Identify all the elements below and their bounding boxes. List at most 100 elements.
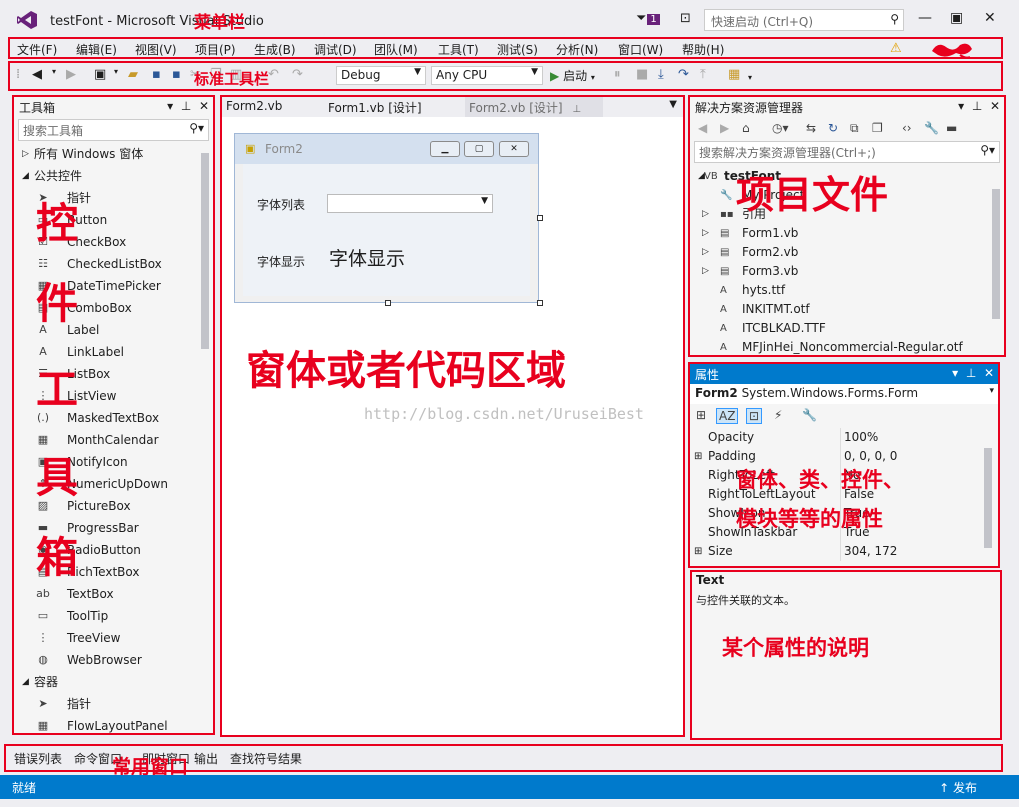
- save-all-icon[interactable]: ▪: [172, 67, 181, 82]
- toolbox-category[interactable]: ▷ 所有 Windows 窗体: [14, 143, 213, 165]
- pin-icon[interactable]: ⊥: [972, 99, 982, 113]
- menu-debug[interactable]: 调试(D): [314, 41, 357, 58]
- tab-error-list[interactable]: 错误列表: [14, 750, 62, 767]
- pin-icon[interactable]: ⊥: [966, 366, 976, 380]
- toolbox-category[interactable]: ◢ 容器: [14, 671, 213, 693]
- menu-window[interactable]: 窗口(W): [618, 41, 663, 58]
- events-icon[interactable]: ⚡: [774, 408, 782, 422]
- menu-help[interactable]: 帮助(H): [682, 41, 724, 58]
- refresh-icon[interactable]: ↻: [828, 121, 838, 135]
- property-value[interactable]: 100%: [844, 428, 878, 447]
- back-icon[interactable]: ◀: [32, 67, 42, 82]
- forward-icon[interactable]: ▶: [66, 67, 76, 82]
- expand-icon[interactable]: ⊞: [694, 542, 702, 561]
- dropdown-icon[interactable]: ▾: [952, 366, 958, 380]
- chevron-down-icon[interactable]: ▾: [748, 73, 752, 82]
- menu-analyze[interactable]: 分析(N): [556, 41, 598, 58]
- resize-handle-bottom[interactable]: [385, 300, 391, 306]
- expander-icon[interactable]: ◢: [22, 165, 29, 187]
- step-into-icon[interactable]: ⤓: [658, 67, 664, 82]
- menu-team[interactable]: 团队(M): [374, 41, 418, 58]
- pause-icon[interactable]: ⏸: [614, 67, 621, 82]
- toolbox-item[interactable]: ▭ ToolTip: [14, 605, 213, 627]
- menu-tools[interactable]: 工具(T): [438, 41, 479, 58]
- quick-launch-input[interactable]: 快速启动 (Ctrl+Q) ⚲: [704, 9, 904, 31]
- close-icon[interactable]: ✕: [984, 366, 994, 380]
- solution-platform-select[interactable]: Any CPU ▼: [431, 66, 543, 85]
- notifications-button[interactable]: ⏷ 1: [636, 11, 660, 26]
- toolbox-item[interactable]: ➤ 指针: [14, 693, 213, 715]
- menu-edit[interactable]: 编辑(E): [76, 41, 117, 58]
- properties-icon[interactable]: ⊡: [746, 408, 763, 424]
- expander-icon[interactable]: ▷: [702, 205, 709, 224]
- chevron-down-icon[interactable]: ▾: [114, 67, 118, 76]
- feedback-icon[interactable]: ⊡: [680, 11, 691, 26]
- solution-tree-item[interactable]: A ITCBLKAD.TTF: [690, 319, 1004, 338]
- view-code-icon[interactable]: ‹›: [902, 121, 912, 135]
- redo-icon[interactable]: ↷: [292, 67, 303, 82]
- categorized-icon[interactable]: ⊞: [696, 408, 706, 422]
- preview-icon[interactable]: ▬: [946, 121, 957, 135]
- toolbox-scrollbar[interactable]: [201, 153, 209, 349]
- property-row[interactable]: Opacity 100%: [690, 428, 998, 447]
- expander-icon[interactable]: ▷: [702, 262, 709, 281]
- new-project-icon[interactable]: ▣: [94, 67, 106, 82]
- solution-tree-item[interactable]: Ahyts.ttf: [690, 281, 1004, 300]
- menu-project[interactable]: 项目(P): [195, 41, 236, 58]
- open-file-icon[interactable]: ▰: [128, 67, 138, 82]
- menu-file[interactable]: 文件(F): [17, 41, 57, 58]
- pin-icon[interactable]: ⊥: [572, 104, 581, 115]
- form-window[interactable]: ▣ Form2 ▁ ▢ ✕ 字体列表 ▼ 字体显示 字体显示: [234, 133, 539, 303]
- toolbox-item[interactable]: ◍ WebBrowser: [14, 649, 213, 671]
- close-icon[interactable]: ✕: [199, 99, 209, 113]
- solution-tree-item[interactable]: A MFJinHei_Noncommercial-Regular.otf: [690, 338, 1004, 355]
- solution-tree-item[interactable]: A INKITMT.otf: [690, 300, 1004, 319]
- forward-icon[interactable]: ▶: [720, 121, 729, 135]
- property-row[interactable]: ⊞ Size 304, 172: [690, 542, 998, 561]
- toolbox-category[interactable]: ◢ 公共控件: [14, 165, 213, 187]
- dropdown-icon[interactable]: ▾: [958, 99, 964, 113]
- design-surface[interactable]: ▣ Form2 ▁ ▢ ✕ 字体列表 ▼ 字体显示 字体显示 http://bl…: [222, 117, 683, 735]
- tab-output[interactable]: 输出: [194, 750, 218, 767]
- expander-icon[interactable]: ▷: [702, 243, 709, 262]
- resize-handle-right[interactable]: [537, 215, 543, 221]
- tab-form2-code[interactable]: Form2.vb: [222, 97, 286, 117]
- toolbox-item[interactable]: ab TextBox: [14, 583, 213, 605]
- tab-form2-design[interactable]: Form2.vb [设计] ⊥ ✕: [465, 97, 603, 130]
- properties-scrollbar[interactable]: [984, 448, 992, 548]
- dropdown-icon[interactable]: ▾: [167, 99, 173, 113]
- property-pages-icon[interactable]: 🔧: [802, 408, 817, 422]
- solution-tree-item[interactable]: ▷ ▤ Form2.vb: [690, 243, 1004, 262]
- menu-build[interactable]: 生成(B): [254, 41, 296, 58]
- pin-icon[interactable]: ⊥: [181, 99, 191, 113]
- bookmark-icon[interactable]: ▦: [728, 67, 740, 82]
- close-button[interactable]: ✕: [984, 10, 996, 26]
- collapse-all-icon[interactable]: ⧉: [850, 121, 859, 136]
- object-selector[interactable]: Form2 System.Windows.Forms.Form ▾: [690, 384, 998, 404]
- properties-wrench-icon[interactable]: 🔧: [924, 121, 939, 135]
- solution-tree-item[interactable]: ▷ ▤ Form1.vb: [690, 224, 1004, 243]
- font-list-combobox[interactable]: ▼: [327, 194, 493, 213]
- toolbox-item[interactable]: ⋮ TreeView: [14, 627, 213, 649]
- warning-icon[interactable]: ⚠: [890, 41, 902, 56]
- property-value[interactable]: 304, 172: [844, 542, 897, 561]
- maximize-button[interactable]: ▣: [950, 10, 963, 26]
- alphabetical-icon[interactable]: AZ: [716, 408, 739, 424]
- undo-icon[interactable]: ↶: [268, 67, 279, 82]
- menu-test[interactable]: 测试(S): [497, 41, 538, 58]
- tab-find-symbol-results[interactable]: 查找符号结果: [230, 750, 302, 767]
- solution-config-select[interactable]: Debug ▼: [336, 66, 426, 85]
- expander-icon[interactable]: ▷: [22, 143, 29, 165]
- home-icon[interactable]: ⌂: [742, 121, 750, 135]
- publish-button[interactable]: ↑ 发布: [939, 779, 977, 796]
- sync-icon[interactable]: ⇆: [806, 121, 816, 135]
- history-icon[interactable]: ◷▾: [772, 121, 789, 135]
- minimize-button[interactable]: —: [918, 10, 932, 26]
- toolbox-search-input[interactable]: 搜索工具箱 ⚲▾: [18, 119, 209, 141]
- save-icon[interactable]: ▪: [152, 67, 161, 82]
- tab-list-dropdown-icon[interactable]: ▼: [669, 99, 677, 110]
- solution-search-input[interactable]: 搜索解决方案资源管理器(Ctrl+;) ⚲▾: [694, 141, 1000, 163]
- solution-scrollbar[interactable]: [992, 189, 1000, 319]
- expander-icon[interactable]: ◢: [22, 671, 29, 693]
- expand-icon[interactable]: ⊞: [694, 447, 702, 466]
